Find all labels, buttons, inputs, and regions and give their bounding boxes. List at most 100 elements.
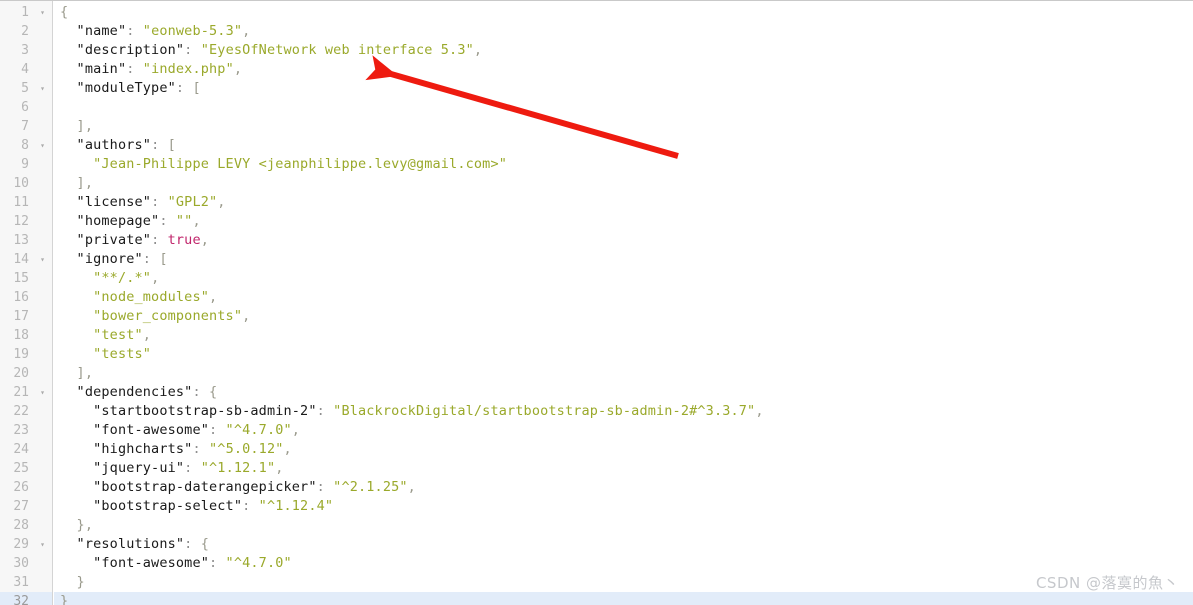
line-number-8[interactable]: 8 ▾	[0, 136, 52, 155]
code-editor: 1 ▾ 2 3 4 5 ▾ 6 7 8 ▾ 9 10 11 12 13 14 ▾ 15 16 17 18 19 20 21 ▾ 22…	[0, 0, 1193, 605]
line-number-7[interactable]: 7	[0, 117, 52, 136]
token-key: "moduleType"	[60, 80, 176, 96]
token-str: "^1.12.4"	[250, 498, 334, 514]
code-line-22[interactable]: "startbootstrap-sb-admin-2": "BlackrockD…	[54, 402, 1193, 421]
line-number-13[interactable]: 13	[0, 231, 52, 250]
line-number-30[interactable]: 30	[0, 554, 52, 573]
code-line-28[interactable]: },	[54, 516, 1193, 535]
code-line-1[interactable]: {	[54, 3, 1193, 22]
code-line-31[interactable]: }	[54, 573, 1193, 592]
line-number-3[interactable]: 3	[0, 41, 52, 60]
line-number-25[interactable]: 25	[0, 459, 52, 478]
line-number-18[interactable]: 18	[0, 326, 52, 345]
code-line-21[interactable]: "dependencies": {	[54, 383, 1193, 402]
code-content-area[interactable]: { "name": "eonweb-5.3", "description": "…	[54, 3, 1193, 605]
code-line-25[interactable]: "jquery-ui": "^1.12.1",	[54, 459, 1193, 478]
token-key: "private"	[60, 232, 152, 248]
token-colon: :	[126, 61, 135, 77]
line-number-6[interactable]: 6	[0, 98, 52, 117]
fold-toggle-icon[interactable]: ▾	[40, 383, 45, 402]
code-line-19[interactable]: "tests"	[54, 345, 1193, 364]
code-line-6[interactable]	[54, 98, 1193, 117]
code-line-29[interactable]: "resolutions": {	[54, 535, 1193, 554]
line-number-label: 4	[21, 62, 29, 77]
line-number-29[interactable]: 29 ▾	[0, 535, 52, 554]
line-number-10[interactable]: 10	[0, 174, 52, 193]
line-number-9[interactable]: 9	[0, 155, 52, 174]
line-number-label: 24	[13, 442, 29, 457]
line-number-21[interactable]: 21 ▾	[0, 383, 52, 402]
code-line-7[interactable]: ],	[54, 117, 1193, 136]
code-line-4[interactable]: "main": "index.php",	[54, 60, 1193, 79]
line-number-2[interactable]: 2	[0, 22, 52, 41]
line-number-label: 5	[21, 81, 29, 96]
fold-toggle-icon[interactable]: ▾	[40, 535, 45, 554]
code-line-18[interactable]: "test",	[54, 326, 1193, 345]
fold-toggle-icon[interactable]: ▾	[40, 79, 45, 98]
line-number-label: 1	[21, 5, 29, 20]
line-number-24[interactable]: 24	[0, 440, 52, 459]
code-line-8[interactable]: "authors": [	[54, 136, 1193, 155]
code-line-15[interactable]: "**/.*",	[54, 269, 1193, 288]
token-punc: [	[159, 137, 176, 153]
line-number-16[interactable]: 16	[0, 288, 52, 307]
code-line-30[interactable]: "font-awesome": "^4.7.0"	[54, 554, 1193, 573]
line-number-1[interactable]: 1 ▾	[0, 3, 52, 22]
line-number-31[interactable]: 31	[0, 573, 52, 592]
fold-toggle-icon[interactable]: ▾	[40, 250, 45, 269]
line-number-label: 28	[13, 518, 29, 533]
token-key: "license"	[60, 194, 152, 210]
code-line-2[interactable]: "name": "eonweb-5.3",	[54, 22, 1193, 41]
token-punc: }	[60, 593, 69, 605]
line-number-28[interactable]: 28	[0, 516, 52, 535]
token-str: "index.php"	[134, 61, 234, 77]
line-number-label: 25	[13, 461, 29, 476]
line-number-label: 15	[13, 271, 29, 286]
token-colon: :	[159, 213, 168, 229]
line-number-22[interactable]: 22	[0, 402, 52, 421]
code-line-5[interactable]: "moduleType": [	[54, 79, 1193, 98]
token-str: "^4.7.0"	[217, 422, 292, 438]
line-number-20[interactable]: 20	[0, 364, 52, 383]
token-punc: ,	[242, 23, 251, 39]
code-line-16[interactable]: "node_modules",	[54, 288, 1193, 307]
line-number-5[interactable]: 5 ▾	[0, 79, 52, 98]
code-line-23[interactable]: "font-awesome": "^4.7.0",	[54, 421, 1193, 440]
line-number-14[interactable]: 14 ▾	[0, 250, 52, 269]
line-number-label: 29	[13, 537, 29, 552]
fold-toggle-icon[interactable]: ▾	[40, 3, 45, 22]
line-number-label: 3	[21, 43, 29, 58]
code-line-10[interactable]: ],	[54, 174, 1193, 193]
token-punc: ,	[407, 479, 416, 495]
line-number-32[interactable]: 32	[0, 592, 52, 605]
token-key: "font-awesome"	[60, 555, 209, 571]
token-key: "name"	[60, 23, 127, 39]
code-line-20[interactable]: ],	[54, 364, 1193, 383]
line-number-11[interactable]: 11	[0, 193, 52, 212]
line-number-4[interactable]: 4	[0, 60, 52, 79]
line-number-12[interactable]: 12	[0, 212, 52, 231]
code-line-17[interactable]: "bower_components",	[54, 307, 1193, 326]
code-line-24[interactable]: "highcharts": "^5.0.12",	[54, 440, 1193, 459]
fold-toggle-icon[interactable]: ▾	[40, 136, 45, 155]
token-punc: ,	[142, 327, 152, 343]
line-number-23[interactable]: 23	[0, 421, 52, 440]
code-line-3[interactable]: "description": "EyesOfNetwork web interf…	[54, 41, 1193, 60]
line-number-15[interactable]: 15	[0, 269, 52, 288]
code-line-12[interactable]: "homepage": "",	[54, 212, 1193, 231]
line-number-27[interactable]: 27	[0, 497, 52, 516]
code-line-9[interactable]: "Jean-Philippe LEVY <jeanphilippe.levy@g…	[54, 155, 1193, 174]
code-line-27[interactable]: "bootstrap-select": "^1.12.4"	[54, 497, 1193, 516]
token-key: "authors"	[60, 137, 152, 153]
line-number-26[interactable]: 26	[0, 478, 52, 497]
code-line-13[interactable]: "private": true,	[54, 231, 1193, 250]
line-number-label: 26	[13, 480, 29, 495]
line-number-label: 22	[13, 404, 29, 419]
code-line-32[interactable]: }	[54, 592, 1193, 605]
code-line-14[interactable]: "ignore": [	[54, 250, 1193, 269]
line-number-17[interactable]: 17	[0, 307, 52, 326]
token-key: "main"	[60, 61, 127, 77]
code-line-26[interactable]: "bootstrap-daterangepicker": "^2.1.25",	[54, 478, 1193, 497]
code-line-11[interactable]: "license": "GPL2",	[54, 193, 1193, 212]
line-number-19[interactable]: 19	[0, 345, 52, 364]
